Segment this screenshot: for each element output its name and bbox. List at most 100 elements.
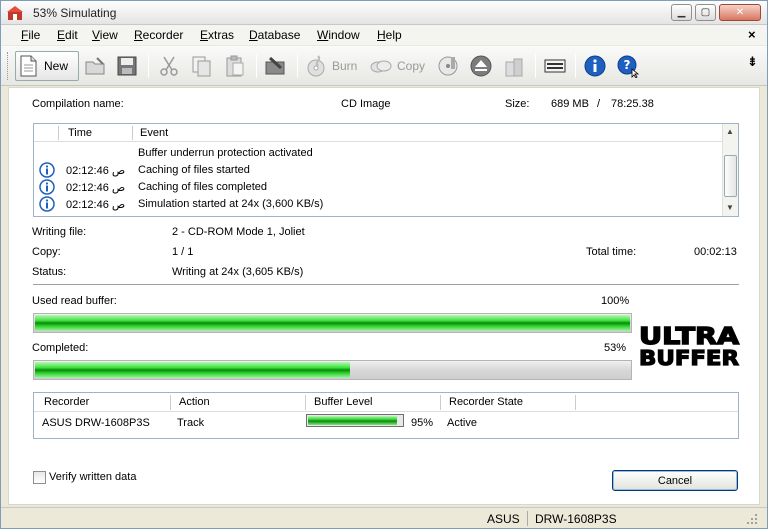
menu-help[interactable]: Help <box>377 28 402 42</box>
column-action-header[interactable]: Action <box>179 396 210 408</box>
scroll-up-icon[interactable]: ▲ <box>726 127 734 136</box>
write-compilation-button[interactable] <box>263 51 287 81</box>
title-bar[interactable]: 53% Simulating ▁ ▢ ✕ <box>1 1 767 25</box>
copy-files-button[interactable] <box>190 51 214 81</box>
verify-checkbox[interactable] <box>33 471 46 484</box>
column-event-header[interactable]: Event <box>140 127 168 139</box>
toolbar-separator <box>575 54 576 78</box>
status-label: Status: <box>32 266 67 278</box>
completed-progress <box>33 360 632 380</box>
help-pointer-button[interactable]: ? <box>616 51 640 81</box>
menu-recorder[interactable]: Recorder <box>134 28 183 42</box>
verify-label[interactable]: Verify written data <box>49 471 136 483</box>
column-separator <box>575 395 576 410</box>
column-recorder-header[interactable]: Recorder <box>44 396 89 408</box>
open-folder-icon <box>85 57 105 75</box>
cancel-button[interactable]: Cancel <box>612 470 738 491</box>
mdi-close-icon[interactable]: × <box>748 27 756 42</box>
buffer-logo-text: BUFFER <box>639 346 739 368</box>
toolbar-grip[interactable] <box>7 52 10 80</box>
recorder-table-header: Recorder Action Buffer Level Recorder St… <box>34 393 738 412</box>
about-button[interactable] <box>583 51 607 81</box>
menu-file[interactable]: File <box>21 28 40 42</box>
size-label: Size: <box>505 98 530 110</box>
recorder-buffer-fill <box>308 416 397 425</box>
ultra-buffer-logo: ULTRA BUFFER <box>638 324 740 368</box>
eject-icon <box>470 55 492 77</box>
event-log-header: Time Event <box>34 124 722 142</box>
read-buffer-fill <box>35 315 630 331</box>
recorder-name-cell[interactable]: ASUS DRW-1608P3S <box>42 417 150 429</box>
toolbar-separator <box>256 54 257 78</box>
clipboard-icon <box>226 55 244 77</box>
disc-info-button[interactable] <box>436 51 460 81</box>
completed-percent: 53% <box>604 342 627 354</box>
section-divider <box>33 284 739 285</box>
nero-app-icon[interactable] <box>7 5 23 21</box>
recorder-action-cell: Track <box>177 417 205 429</box>
info-icon <box>39 196 55 212</box>
device-list-button[interactable] <box>543 51 567 81</box>
log-row[interactable]: Buffer underrun protection activated <box>34 145 722 162</box>
column-separator <box>58 126 59 140</box>
resize-grip-icon[interactable] <box>745 512 759 526</box>
log-row[interactable]: 02:12:46 ص Simulation started at 24x (3,… <box>34 196 722 213</box>
column-separator <box>170 395 171 410</box>
column-recorder-state-header[interactable]: Recorder State <box>449 396 523 408</box>
maximize-button[interactable]: ▢ <box>695 4 716 21</box>
scroll-down-icon[interactable]: ▼ <box>726 203 734 212</box>
log-row[interactable]: 02:12:46 ص Caching of files started <box>34 162 722 179</box>
cut-button[interactable] <box>157 51 181 81</box>
erase-disc-icon <box>505 58 523 77</box>
log-event: Buffer underrun protection activated <box>138 147 313 159</box>
info-icon <box>39 179 55 195</box>
toolbar-separator <box>148 54 149 78</box>
log-row[interactable]: 02:12:46 ص Caching of files completed <box>34 179 722 196</box>
save-disk-icon <box>117 56 137 76</box>
erase-button[interactable] <box>502 51 526 81</box>
drive-list-icon <box>544 59 566 73</box>
help-question-icon: ? <box>617 55 640 78</box>
burn-disc-icon <box>307 55 325 77</box>
close-button[interactable]: ✕ <box>719 4 761 21</box>
menu-edit[interactable]: Edit <box>57 28 78 42</box>
writing-file-label: Writing file: <box>32 226 87 238</box>
svg-text:?: ? <box>624 58 631 72</box>
recorder-table[interactable]: Recorder Action Buffer Level Recorder St… <box>33 392 739 439</box>
column-separator <box>132 126 133 140</box>
menu-window[interactable]: Window <box>317 28 360 42</box>
column-buffer-level-header[interactable]: Buffer Level <box>314 396 373 408</box>
paste-button[interactable] <box>223 51 247 81</box>
menu-database[interactable]: Database <box>249 28 300 42</box>
burn-progress-panel: Compilation name: CD Image Size: 689 MB … <box>8 87 760 505</box>
toolbar-overflow-icon[interactable]: ⇟ <box>747 54 758 70</box>
log-scrollbar[interactable]: ▲ ▼ <box>722 124 738 216</box>
copy-label: Copy: <box>32 246 61 258</box>
new-button[interactable]: New <box>15 51 79 81</box>
column-time-header[interactable]: Time <box>68 127 92 139</box>
menu-bar: File Edit View Recorder Extras Database … <box>1 25 767 45</box>
size-mb-value: 689 MB <box>551 98 589 110</box>
recorder-buffer-percent: 95% <box>411 417 434 429</box>
open-button[interactable] <box>83 51 107 81</box>
burn-compilation-icon <box>265 56 285 75</box>
new-document-icon <box>20 55 37 77</box>
column-separator <box>305 395 306 410</box>
toolbar-separator <box>535 54 536 78</box>
save-button[interactable] <box>115 51 139 81</box>
copy-value: 1 / 1 <box>172 246 194 258</box>
menu-view[interactable]: View <box>92 28 118 42</box>
burn-button[interactable]: Burn <box>304 51 357 81</box>
copy-disc-button[interactable]: Copy <box>369 51 425 81</box>
log-event: Simulation started at 24x (3,600 KB/s) <box>138 198 324 210</box>
eject-button[interactable] <box>469 51 493 81</box>
menu-extras[interactable]: Extras <box>200 28 234 42</box>
completed-fill <box>35 362 350 378</box>
copy-disc-icon <box>370 60 392 73</box>
log-event: Caching of files completed <box>138 181 268 193</box>
column-separator <box>440 395 441 410</box>
compilation-name-value: CD Image <box>341 98 391 110</box>
scroll-thumb[interactable] <box>724 155 737 197</box>
event-log-list[interactable]: Time Event Buffer underrun protection ac… <box>33 123 739 217</box>
minimize-button[interactable]: ▁ <box>671 4 692 21</box>
